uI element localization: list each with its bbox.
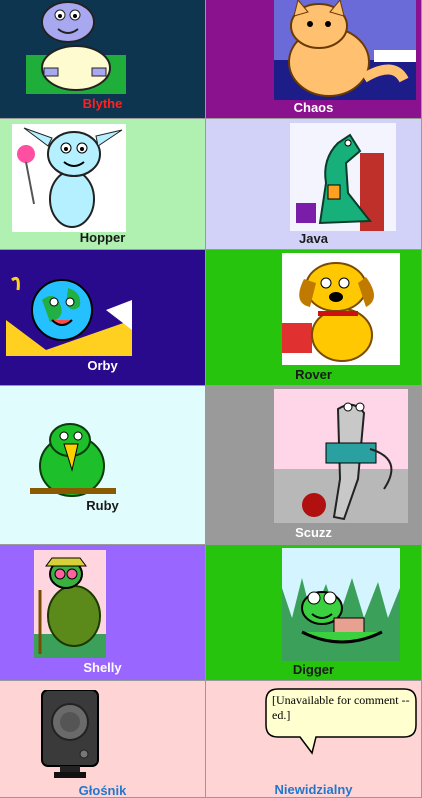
digger-image	[282, 548, 400, 661]
character-card-orby[interactable]: Orby	[0, 250, 206, 386]
niewidzialny-label: Niewidzialny	[274, 782, 353, 797]
character-card-blythe[interactable]: Blythe	[0, 0, 206, 119]
blythe-label: Blythe	[82, 96, 123, 111]
character-card-scuzz[interactable]: Scuzz	[206, 386, 422, 545]
character-card-chaos[interactable]: Chaos	[206, 0, 422, 119]
character-card-ruby[interactable]: Ruby	[0, 386, 206, 545]
scuzz-label: Scuzz	[295, 525, 332, 540]
shelly-image	[34, 550, 106, 658]
orby-image	[6, 260, 132, 356]
chaos-label: Chaos	[293, 100, 334, 115]
speech-bubble: [Unavailable for comment -- ed.]	[264, 687, 418, 757]
character-card-digger[interactable]: Digger	[206, 545, 422, 681]
ruby-image	[30, 418, 116, 498]
rover-image	[282, 253, 400, 365]
scuzz-image	[274, 389, 408, 523]
character-card-shelly[interactable]: Shelly	[0, 545, 206, 681]
character-card-niewidzialny[interactable]: [Unavailable for comment -- ed.] Niewidz…	[206, 681, 422, 798]
character-card-rover[interactable]: Rover	[206, 250, 422, 386]
ruby-label: Ruby	[86, 498, 119, 513]
shelly-label: Shelly	[83, 660, 122, 675]
speaker-icon	[40, 690, 100, 780]
character-card-glosnik[interactable]: Głośnik	[0, 681, 206, 798]
character-card-java[interactable]: Java	[206, 119, 422, 250]
chaos-image	[274, 0, 416, 100]
character-grid: Blythe Chaos Hopper Java Orby Rover Ruby…	[0, 0, 422, 798]
rover-label: Rover	[295, 367, 332, 382]
blythe-image	[26, 0, 126, 94]
bubble-text: [Unavailable for comment -- ed.]	[272, 693, 410, 722]
java-image	[290, 123, 396, 231]
orby-label: Orby	[87, 358, 118, 373]
digger-label: Digger	[292, 662, 335, 677]
hopper-image	[12, 124, 126, 232]
character-card-hopper[interactable]: Hopper	[0, 119, 206, 250]
java-label: Java	[299, 231, 328, 246]
hopper-label: Hopper	[79, 230, 126, 245]
glosnik-label: Głośnik	[78, 783, 127, 798]
